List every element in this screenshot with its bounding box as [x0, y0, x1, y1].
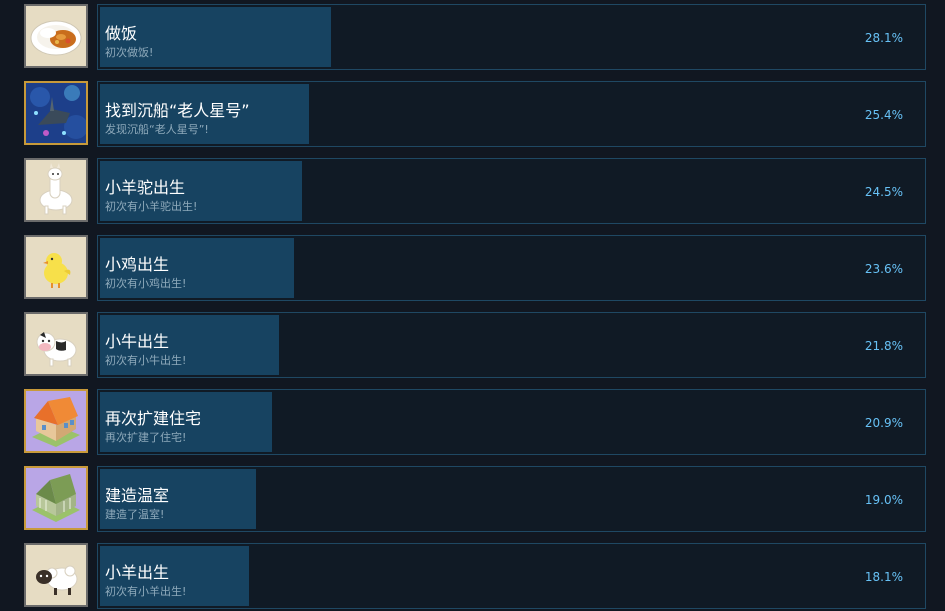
- achievement-row[interactable]: 找到沉船“老人星号” 发现沉船“老人星号”! 25.4%: [24, 81, 926, 147]
- progress-bar: 找到沉船“老人星号” 发现沉船“老人星号”! 25.4%: [97, 81, 926, 147]
- progress-bar: 做饭 初次做饭! 28.1%: [97, 4, 926, 70]
- progress-bar: 小羊出生 初次有小羊出生! 18.1%: [97, 543, 926, 609]
- curry-rice-icon: [24, 4, 88, 68]
- calf-icon: [24, 312, 88, 376]
- achievement-description: 初次有小羊驼出生!: [105, 200, 198, 213]
- unlock-percentage: 24.5%: [864, 185, 903, 199]
- shipwreck-icon: [24, 81, 88, 145]
- achievement-title: 建造温室: [105, 486, 170, 505]
- house-icon: [24, 389, 88, 453]
- progress-bar: 小羊驼出生 初次有小羊驼出生! 24.5%: [97, 158, 926, 224]
- progress-bar: 小鸡出生 初次有小鸡出生! 23.6%: [97, 235, 926, 301]
- progress-bar: 再次扩建住宅 再次扩建了住宅! 20.9%: [97, 389, 926, 455]
- achievement-title: 小羊出生: [105, 563, 170, 582]
- lamb-icon: [24, 543, 88, 607]
- achievement-description: 再次扩建了住宅!: [105, 431, 187, 444]
- achievement-row[interactable]: 再次扩建住宅 再次扩建了住宅! 20.9%: [24, 389, 926, 455]
- unlock-percentage: 18.1%: [864, 570, 903, 584]
- achievement-row[interactable]: 小鸡出生 初次有小鸡出生! 23.6%: [24, 235, 926, 301]
- achievement-description: 初次有小牛出生!: [105, 354, 187, 367]
- progress-bar: 建造温室 建造了温室! 19.0%: [97, 466, 926, 532]
- achievement-title: 小牛出生: [105, 332, 170, 351]
- achievement-row[interactable]: 做饭 初次做饭! 28.1%: [24, 4, 926, 70]
- achievement-description: 初次做饭!: [105, 46, 154, 59]
- achievement-title: 找到沉船“老人星号”: [105, 101, 250, 120]
- achievement-description: 建造了温室!: [105, 508, 165, 521]
- achievement-row[interactable]: 小羊驼出生 初次有小羊驼出生! 24.5%: [24, 158, 926, 224]
- achievement-title: 再次扩建住宅: [105, 409, 202, 428]
- achievement-title: 做饭: [105, 24, 138, 43]
- chick-icon: [24, 235, 88, 299]
- achievement-row[interactable]: 小羊出生 初次有小羊出生! 18.1%: [24, 543, 926, 609]
- unlock-percentage: 19.0%: [864, 493, 903, 507]
- achievement-title: 小羊驼出生: [105, 178, 186, 197]
- unlock-percentage: 25.4%: [864, 108, 903, 122]
- unlock-percentage: 20.9%: [864, 416, 903, 430]
- achievement-row[interactable]: 小牛出生 初次有小牛出生! 21.8%: [24, 312, 926, 378]
- unlock-percentage: 23.6%: [864, 262, 903, 276]
- achievement-title: 小鸡出生: [105, 255, 170, 274]
- alpaca-icon: [24, 158, 88, 222]
- achievement-description: 初次有小羊出生!: [105, 585, 187, 598]
- greenhouse-icon: [24, 466, 88, 530]
- unlock-percentage: 21.8%: [864, 339, 903, 353]
- achievement-list: 做饭 初次做饭! 28.1% 找到沉船“老人星号” 发现沉船“老人星号”! 25…: [0, 0, 945, 611]
- unlock-percentage: 28.1%: [864, 31, 903, 45]
- achievement-row[interactable]: 建造温室 建造了温室! 19.0%: [24, 466, 926, 532]
- progress-bar: 小牛出生 初次有小牛出生! 21.8%: [97, 312, 926, 378]
- achievement-description: 发现沉船“老人星号”!: [105, 123, 209, 136]
- achievement-description: 初次有小鸡出生!: [105, 277, 187, 290]
